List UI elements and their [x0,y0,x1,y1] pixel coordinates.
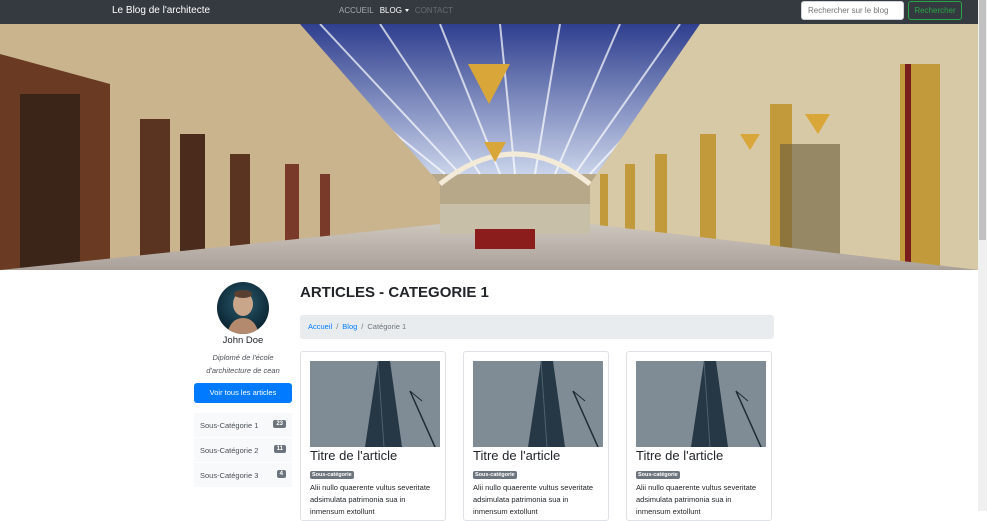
category-label: Sous-Catégorie 3 [200,471,259,480]
navbar: Le Blog de l'architecte ACCUEIL BLOG CON… [0,0,978,24]
article-card[interactable]: Titre de l'article Sous-catégorie Alii n… [300,351,446,521]
category-list: Sous-Catégorie 1 23 Sous-Catégorie 2 11 … [194,413,292,488]
category-count-badge: 11 [273,445,286,453]
nav-item-blog-label: BLOG [379,6,402,15]
tower-photo [473,361,603,447]
breadcrumb-separator: / [336,322,339,331]
scrollbar[interactable] [978,0,987,511]
article-image[interactable] [636,361,766,447]
avatar [217,282,269,334]
category-item[interactable]: Sous-Catégorie 1 23 [194,413,292,438]
profile-photo [227,290,259,334]
article-title[interactable]: Titre de l'article [310,448,397,463]
scrollbar-thumb[interactable] [979,0,986,240]
article-image[interactable] [473,361,603,447]
profile-description: Diplomé de l'école d'architecture de cea… [206,353,280,375]
tower-photo [636,361,766,447]
subcategory-badge: Sous-catégorie [310,471,354,479]
breadcrumb-link-blog[interactable]: Blog [342,322,357,331]
article-excerpt: Alii nullo quaerente vultus severitate a… [310,483,431,516]
breadcrumb-current: Catégorie 1 [367,322,407,331]
category-item[interactable]: Sous-Catégorie 3 4 [194,463,292,488]
arcade-image [0,24,978,270]
subcategory-badge: Sous-catégorie [473,471,517,479]
nav-item-accueil[interactable]: ACCUEIL [339,6,374,15]
category-label: Sous-Catégorie 1 [200,421,259,430]
breadcrumb-separator: / [361,322,364,331]
hero-carousel[interactable] [0,24,978,270]
page-title: ARTICLES - CATEGORIE 1 [300,284,489,301]
nav-menu: ACCUEIL BLOG CONTACT [339,6,453,15]
breadcrumb: Accueil / Blog / Catégorie 1 [300,315,774,339]
tower-photo [310,361,440,447]
profile-name: John Doe [222,335,264,346]
article-excerpt: Alii nullo quaerente vultus severitate a… [473,483,594,516]
brand-link[interactable]: Le Blog de l'architecte [112,5,210,16]
article-title[interactable]: Titre de l'article [473,448,560,463]
article-card[interactable]: Titre de l'article Sous-catégorie Alii n… [626,351,772,521]
article-image[interactable] [310,361,440,447]
category-item[interactable]: Sous-Catégorie 2 11 [194,438,292,463]
category-count-badge: 4 [276,470,286,478]
caret-down-icon [404,9,409,12]
article-excerpt: Alii nullo quaerente vultus severitate a… [636,483,757,516]
all-articles-button[interactable]: Voir tous les articles [194,383,292,403]
search-input[interactable] [801,1,904,20]
breadcrumb-link-accueil[interactable]: Accueil [308,322,332,331]
nav-item-blog-dropdown[interactable]: BLOG [380,6,409,15]
category-label: Sous-Catégorie 2 [200,446,259,455]
subcategory-badge: Sous-catégorie [636,471,680,479]
search-button[interactable]: Rechercher [908,1,962,20]
nav-item-contact[interactable]: CONTACT [415,6,453,15]
category-count-badge: 23 [273,420,286,428]
article-card[interactable]: Titre de l'article Sous-catégorie Alii n… [463,351,609,521]
article-title[interactable]: Titre de l'article [636,448,723,463]
